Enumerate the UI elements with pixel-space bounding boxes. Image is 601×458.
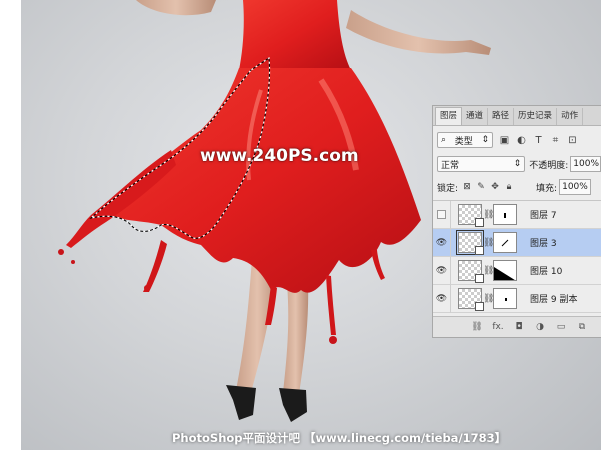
search-icon: ⌕: [441, 135, 447, 145]
shape-filter-icon[interactable]: ⌗: [550, 135, 561, 146]
visibility-toggle[interactable]: [433, 200, 451, 229]
fx-icon[interactable]: fx.: [491, 321, 505, 333]
lock-paint-icon[interactable]: ✎: [476, 182, 486, 192]
link-layers-icon[interactable]: ⛓: [470, 321, 484, 333]
layer-row[interactable]: ⛓ 图层 7: [433, 200, 601, 229]
layer-name: 图层 7: [530, 211, 557, 221]
layer-thumbnail: [456, 230, 484, 255]
lock-move-icon[interactable]: ✥: [490, 182, 500, 192]
layer-row[interactable]: 👁︎ ⛓ 图层 10: [433, 256, 601, 285]
fill-label: 填充:: [536, 183, 558, 194]
eye-icon: 👁︎: [435, 237, 448, 248]
layer-mask-thumbnail[interactable]: [493, 288, 517, 309]
tab-paths[interactable]: 路径: [488, 108, 515, 125]
tab-actions[interactable]: 动作: [557, 108, 584, 125]
layer-name: 图层 9 副本: [530, 295, 578, 305]
link-icon[interactable]: ⛓: [483, 238, 494, 248]
tab-channels[interactable]: 通道: [462, 108, 489, 125]
chevron-updown-icon: ⇕: [481, 135, 489, 145]
chevron-updown-icon: ⇕: [513, 159, 522, 169]
layer-thumbnail: [458, 260, 484, 283]
visibility-toggle[interactable]: 👁︎: [433, 256, 451, 285]
smart-object-badge-icon: [475, 218, 484, 227]
add-mask-icon[interactable]: ◘: [512, 321, 526, 333]
layer-row[interactable]: 👁︎ ⛓ 图层 3: [433, 228, 601, 257]
layer-mask-thumbnail[interactable]: [493, 204, 517, 225]
layer-filter-row: ⌕ 类型 ⇕ ▣ ◐ T ⌗ ⊡: [433, 129, 601, 151]
footer-credit: PhotoShop平面设计吧 【www.linecg.com/tieba/178…: [172, 431, 507, 445]
blend-mode-value: 正常: [441, 160, 460, 171]
smart-object-badge-icon: [475, 274, 484, 283]
link-icon[interactable]: ⛓: [483, 266, 494, 276]
adjustment-filter-icon[interactable]: ◐: [516, 135, 527, 146]
mask-shape: [505, 298, 507, 301]
watermark-text: www.240PS.com: [200, 146, 359, 166]
lock-transparent-icon[interactable]: ⊠: [462, 182, 472, 192]
eye-icon: 👁︎: [435, 293, 448, 304]
text-filter-icon[interactable]: T: [533, 135, 544, 146]
layer-name: 图层 10: [530, 267, 563, 277]
panel-tabs: 图层 通道 路径 历史记录 动作: [433, 106, 601, 126]
hidden-box-icon: [437, 210, 446, 219]
layer-name: 图层 3: [530, 239, 557, 249]
layer-row[interactable]: 👁︎ ⛓ 图层 9 副本: [433, 284, 601, 313]
layer-mask-thumbnail[interactable]: [493, 260, 517, 281]
filter-type-label: 类型: [454, 136, 473, 147]
layer-mask-thumbnail[interactable]: [493, 232, 517, 253]
image-filter-icon[interactable]: ▣: [499, 135, 510, 146]
lock-label: 锁定:: [437, 183, 459, 194]
visibility-toggle[interactable]: 👁︎: [433, 284, 451, 313]
link-icon[interactable]: ⛓: [483, 294, 494, 304]
mask-shape: [501, 239, 509, 247]
new-layer-icon[interactable]: ⧉: [575, 321, 589, 333]
tab-layers[interactable]: 图层: [435, 107, 463, 125]
blend-row: 正常 ⇕ 不透明度: 100%: [433, 154, 601, 174]
panel-bottom-bar: ⛓ fx. ◘ ◑ ▭ ⧉: [433, 316, 601, 337]
mask-shape: [494, 267, 515, 280]
fill-field[interactable]: 100%: [559, 179, 592, 195]
lock-all-icon[interactable]: 🔒︎: [504, 182, 514, 192]
opacity-label: 不透明度:: [529, 160, 569, 171]
adjustment-layer-icon[interactable]: ◑: [533, 321, 547, 333]
visibility-toggle[interactable]: 👁︎: [433, 228, 451, 257]
layer-list: ⛓ 图层 7 👁︎ ⛓ 图层 3 👁︎ ⛓ 图层 10 👁︎ ⛓ 图层 9 副本: [433, 200, 601, 313]
filter-type-dropdown[interactable]: ⌕ 类型 ⇕: [437, 132, 493, 148]
mask-shape: [504, 213, 506, 218]
lock-row: 锁定: ⊠ ✎ ✥ 🔒︎ 填充: 100%: [433, 178, 601, 196]
blend-mode-dropdown[interactable]: 正常 ⇕: [437, 156, 526, 172]
new-group-icon[interactable]: ▭: [554, 321, 568, 333]
smart-object-badge-icon: [475, 246, 484, 255]
layer-thumbnail: [458, 288, 484, 311]
eye-icon: 👁︎: [435, 265, 448, 276]
layers-panel: 图层 通道 路径 历史记录 动作 ⌕ 类型 ⇕ ▣ ◐ T ⌗ ⊡ 正常 ⇕ 不…: [432, 105, 601, 338]
link-icon[interactable]: ⛓: [483, 210, 494, 220]
layer-thumbnail: [458, 204, 484, 227]
opacity-field[interactable]: 100%: [570, 156, 601, 172]
smart-object-filter-icon[interactable]: ⊡: [567, 135, 578, 146]
smart-object-badge-icon: [475, 302, 484, 311]
tab-history[interactable]: 历史记录: [514, 108, 558, 125]
